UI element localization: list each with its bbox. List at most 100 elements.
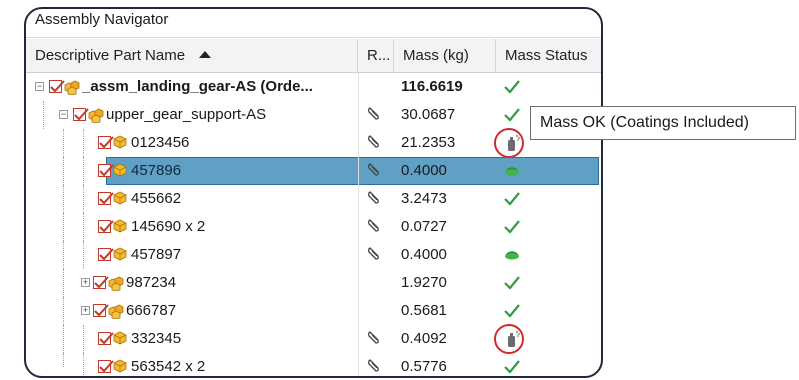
column-header-name[interactable]: Descriptive Part Name (26, 39, 358, 72)
column-separator (358, 73, 359, 101)
part-icon (113, 359, 127, 373)
reference-set-icon (366, 190, 382, 206)
part-name: _assm_landing_gear-AS (Orde... (82, 78, 313, 95)
mass-value: 0.4092 (401, 330, 447, 347)
tree-connector-line (63, 241, 64, 269)
part-icon (113, 135, 127, 149)
mass-value: 1.9270 (401, 274, 447, 291)
part-name: upper_gear_support-AS (106, 106, 267, 123)
part-name: 987234 (126, 274, 177, 291)
assembly-icon (108, 303, 124, 320)
assembly-navigator-panel: Assembly Navigator Descriptive Part Name… (24, 7, 603, 378)
mass-ok-check-icon[interactable] (502, 301, 522, 321)
tree-connector-line (63, 325, 64, 353)
tree-row[interactable]: +987234 1.9270 (26, 269, 601, 297)
tree-connector-line (83, 353, 84, 376)
tree-row[interactable]: 0123456 21.2353 (26, 128, 601, 158)
row-checkbox[interactable] (98, 248, 114, 261)
expand-toggle-icon[interactable]: + (81, 306, 90, 315)
tree-connector-line (43, 101, 44, 129)
mass-ok-check-icon[interactable] (502, 77, 522, 97)
row-checkbox[interactable] (98, 220, 114, 233)
column-separator (358, 157, 359, 185)
tree-row[interactable]: +666787 0.5681 (26, 297, 601, 325)
part-name: 563542 x 2 (131, 358, 206, 375)
row-checkbox[interactable] (98, 332, 114, 345)
column-separator (358, 213, 359, 241)
part-name: 457896 (131, 162, 182, 179)
row-checkbox[interactable] (98, 164, 114, 177)
panel-title: Assembly Navigator (35, 11, 169, 28)
tree-row[interactable]: 563542 x 2 0.5776 (26, 353, 601, 376)
reference-set-icon (366, 358, 382, 374)
part-name: 145690 x 2 (131, 218, 206, 235)
column-header-mass-status[interactable]: Mass Status (496, 39, 601, 72)
column-header-mass[interactable]: Mass (kg) (394, 39, 496, 72)
mass-status-tooltip: Mass OK (Coatings Included) (530, 106, 796, 140)
row-checkbox[interactable] (98, 136, 114, 149)
column-header-row: Descriptive Part Name R... Mass (kg) Mas… (26, 39, 601, 73)
part-name: 455662 (131, 190, 182, 207)
estimated-mass-icon[interactable] (502, 245, 522, 265)
mass-value: 0.4000 (401, 246, 447, 263)
mass-value: 0.0727 (401, 218, 447, 235)
row-checkbox[interactable] (98, 360, 114, 373)
column-separator (358, 185, 359, 213)
part-icon (113, 191, 127, 205)
row-checkbox[interactable] (93, 276, 109, 289)
coating-spray-icon[interactable] (502, 329, 522, 349)
tree-row[interactable]: 332345 0.4092 (26, 324, 601, 354)
tree-row[interactable]: 455662 3.2473 (26, 185, 601, 213)
part-icon (113, 163, 127, 177)
collapse-toggle-icon[interactable]: − (35, 82, 44, 91)
expand-toggle-icon[interactable]: + (81, 278, 90, 287)
tree-row[interactable]: − upper_gear_support-AS 30.0687 (26, 101, 601, 129)
column-header-reference[interactable]: R... (358, 39, 394, 72)
title-divider (26, 37, 601, 38)
tree-row[interactable]: 145690 x 2 0.0727 (26, 213, 601, 241)
tree-row[interactable]: 457896 0.4000 (26, 157, 601, 185)
mass-ok-check-icon[interactable] (502, 217, 522, 237)
part-name: 332345 (131, 330, 182, 347)
mass-value: 0.5776 (401, 358, 447, 375)
assembly-icon (108, 275, 124, 292)
mass-ok-check-icon[interactable] (502, 189, 522, 209)
part-name: 0123456 (131, 134, 190, 151)
tree-row[interactable]: 457897 0.4000 (26, 241, 601, 269)
column-separator (358, 269, 359, 297)
tree-connector-line (63, 353, 64, 367)
tree-connector-line (63, 297, 64, 325)
part-name: 666787 (126, 302, 177, 319)
reference-set-icon (366, 162, 382, 178)
tree-row[interactable]: − _assm_landing_gear-AS (Orde... 116.6619 (26, 73, 601, 101)
tree-connector-line (63, 213, 64, 241)
column-separator (358, 297, 359, 325)
tree-connector-line (63, 129, 64, 157)
row-checkbox[interactable] (93, 304, 109, 317)
estimated-mass-icon[interactable] (502, 161, 522, 181)
mass-ok-check-icon[interactable] (502, 357, 522, 376)
tree-connector-line (83, 325, 84, 353)
row-checkbox[interactable] (98, 192, 114, 205)
tree-connector-line (63, 157, 64, 185)
mass-ok-check-icon[interactable] (502, 273, 522, 293)
column-header-name-label: Descriptive Part Name (35, 47, 186, 64)
row-checkbox[interactable] (73, 108, 89, 121)
row-checkbox[interactable] (49, 80, 65, 93)
mass-ok-check-icon[interactable] (502, 105, 522, 125)
reference-set-icon (366, 330, 382, 346)
mass-value: 116.6619 (401, 78, 463, 95)
mass-value: 0.4000 (401, 162, 447, 179)
reference-set-icon (366, 106, 382, 122)
tree-connector-line (83, 241, 84, 269)
part-name: 457897 (131, 246, 182, 263)
assembly-icon (88, 107, 104, 124)
tree-connector-line (63, 185, 64, 213)
tree-connector-line (83, 213, 84, 241)
mass-value: 21.2353 (401, 134, 456, 151)
tree-connector-line (83, 157, 84, 185)
tree-connector-line (83, 185, 84, 213)
coating-spray-icon[interactable] (502, 133, 522, 153)
collapse-toggle-icon[interactable]: − (59, 110, 68, 119)
column-separator (358, 353, 359, 376)
